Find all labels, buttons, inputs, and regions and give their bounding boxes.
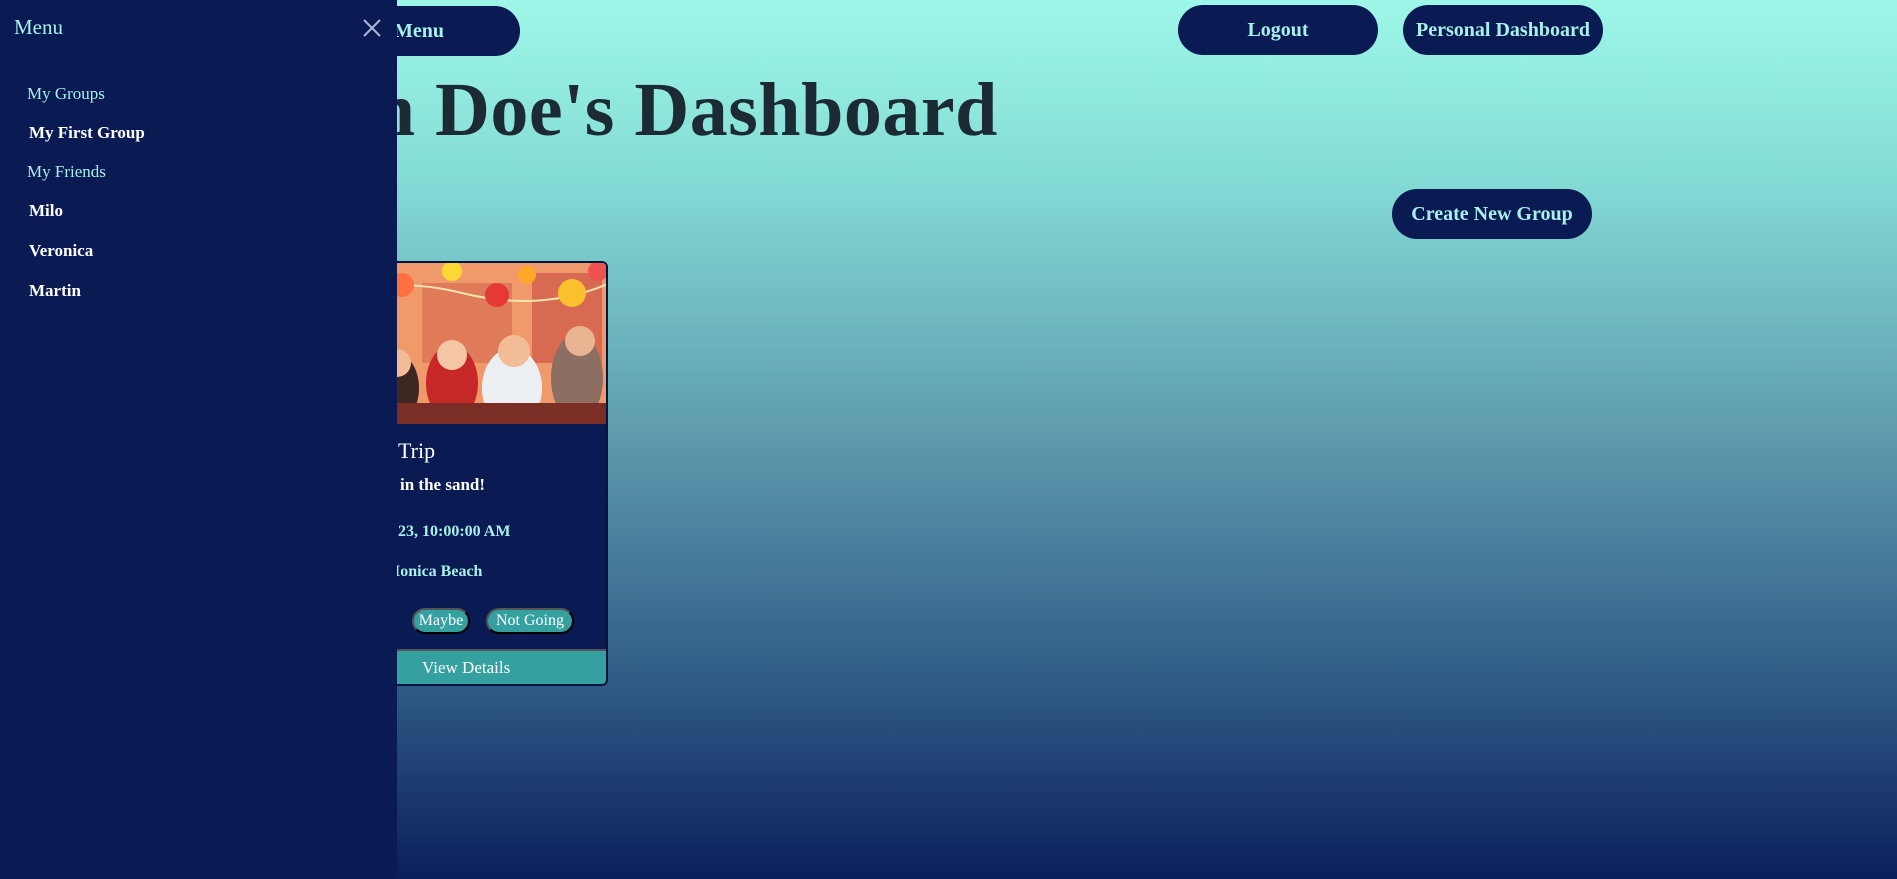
sidebar-item-my-first-group[interactable]: My First Group [29, 123, 145, 143]
create-new-group-button[interactable]: Create New Group [1392, 189, 1592, 239]
friends-heading: My Friends [27, 162, 106, 181]
personal-dashboard-button[interactable]: Personal Dashboard [1403, 5, 1603, 55]
page-title: nn Doe's Dashboard [330, 68, 998, 152]
sidebar-item-veronica[interactable]: Veronica [29, 241, 93, 261]
rsvp-not-going-button[interactable]: Not Going [486, 608, 574, 634]
rsvp-maybe-button[interactable]: Maybe [412, 608, 470, 634]
sidebar-menu: Menu My Groups My First Group My Friends… [0, 0, 397, 879]
event-title: Trip [398, 438, 436, 463]
sidebar-item-martin[interactable]: Martin [29, 281, 81, 301]
sidebar-title: Menu [14, 15, 63, 39]
event-description: in the sand! [400, 475, 486, 494]
sidebar-item-milo[interactable]: Milo [29, 201, 63, 221]
close-icon[interactable] [360, 16, 384, 40]
groups-heading: My Groups [27, 84, 105, 103]
logout-button[interactable]: Logout [1178, 5, 1378, 55]
event-location: Ionica Beach [394, 563, 483, 580]
event-date: 23, 10:00:00 AM [398, 523, 511, 540]
